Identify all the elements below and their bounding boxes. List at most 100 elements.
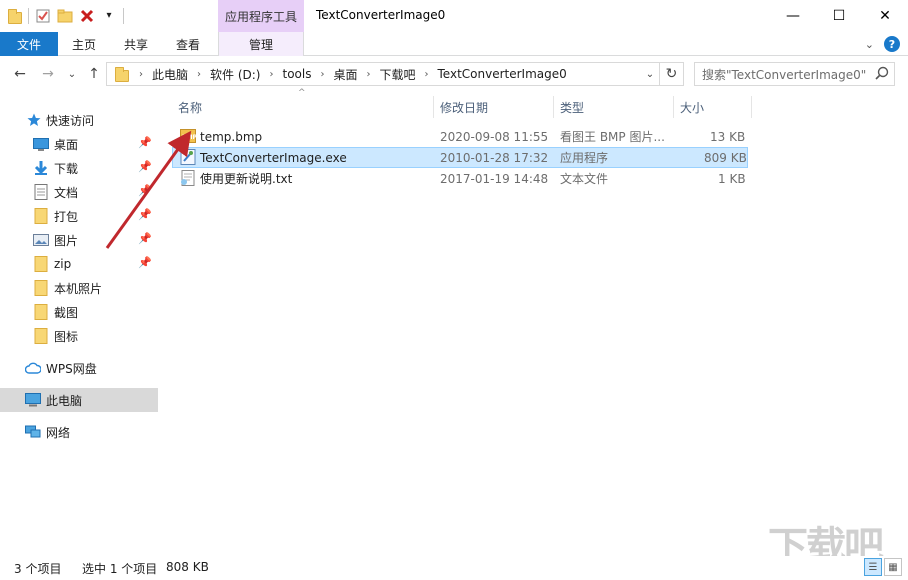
sidebar-item-wps-drive[interactable]: WPS网盘 [0,356,158,380]
sidebar-item-desktop[interactable]: 桌面 📌 [0,132,158,156]
file-size: 809 KB [704,150,747,165]
status-size: 808 KB [166,560,209,574]
new-folder-icon[interactable] [57,8,73,24]
sidebar-item-icons[interactable]: 图标 [0,324,158,348]
file-row[interactable]: 使用更新说明.txt 2017-01-19 14:48 文本文件 1 KB [172,168,748,189]
chevron-right-icon[interactable]: › [425,69,429,80]
sidebar-item-label: 截图 [54,305,79,320]
tab-share[interactable]: 共享 [114,32,158,56]
star-icon [26,112,42,128]
file-date: 2010-01-28 17:32 [440,150,549,165]
back-arrow-icon[interactable]: ← [10,64,30,84]
sidebar-item-screenshots[interactable]: 截图 [0,300,158,324]
folder-icon [33,256,49,272]
recent-locations-chevron-icon[interactable]: ⌄ [62,64,82,84]
chevron-right-icon[interactable]: › [139,69,143,80]
pin-icon[interactable]: 📌 [138,160,152,173]
sidebar-item-label: 图标 [54,329,79,344]
address-bar[interactable]: › 此电脑 › 软件 (D:) › tools › 桌面 › 下载吧 › Tex… [106,62,660,86]
pin-icon[interactable]: 📌 [138,136,152,149]
close-button[interactable]: ✕ [862,0,908,32]
column-header-type[interactable]: 类型 [554,96,674,118]
navigation-bar: ← → ⌄ ↑ › 此电脑 › 软件 (D:) › tools › 桌面 › 下… [0,58,908,90]
column-header-name[interactable]: 名称 [172,96,434,118]
properties-icon[interactable] [35,8,51,24]
address-history-chevron-icon[interactable]: ⌄ [640,62,660,86]
delete-icon[interactable] [79,8,95,24]
sidebar-item-label: 打包 [54,209,79,224]
breadcrumb-item[interactable]: 此电脑 [152,66,188,83]
chevron-right-icon[interactable]: › [320,69,324,80]
breadcrumb-item[interactable]: TextConverterImage0 [438,67,567,81]
breadcrumb-item[interactable]: 下载吧 [379,66,415,83]
file-date: 2017-01-19 14:48 [440,171,549,186]
forward-arrow-icon[interactable]: → [38,64,58,84]
ribbon-controls: ⌄ ? [865,36,900,52]
sidebar-item-label: 桌面 [54,137,79,152]
search-icon [875,66,889,83]
file-type: 看图王 BMP 图片... [560,130,665,144]
sidebar-item-label: 本机照片 [54,281,103,296]
tab-view[interactable]: 查看 [166,32,210,56]
desktop-icon [33,136,49,152]
sidebar-item-documents[interactable]: 文档 📌 [0,180,158,204]
ribbon-tabs: 文件 主页 共享 查看 管理 ⌄ ? [0,32,908,56]
cloud-icon [25,360,41,376]
sidebar-item-this-pc[interactable]: 此电脑 [0,388,158,412]
sidebar-item-local-photos[interactable]: 本机照片 [0,276,158,300]
pin-icon[interactable]: 📌 [138,184,152,197]
sidebar-item-label: 网络 [46,425,71,440]
search-input[interactable]: 搜索"TextConverterImage0" [694,62,895,86]
tab-manage[interactable]: 管理 [218,32,304,56]
document-icon [33,184,49,200]
contextual-tab-header: 应用程序工具 [218,0,304,32]
column-header-date[interactable]: 修改日期 [434,96,554,118]
status-selection: 选中 1 个项目 [82,562,158,576]
file-name: 使用更新说明.txt [200,172,293,186]
file-size: 1 KB [718,171,746,186]
tab-home[interactable]: 主页 [62,32,106,56]
window-title: TextConverterImage0 [316,8,446,22]
chevron-right-icon[interactable]: › [269,69,273,80]
search-placeholder: 搜索"TextConverterImage0" [702,67,867,82]
file-type: 文本文件 [560,172,609,186]
computer-icon [25,392,41,408]
sidebar-item-zip[interactable]: zip 📌 [0,252,158,276]
status-item-count: 3 个项目 [14,562,62,576]
help-icon[interactable]: ? [884,36,900,52]
breadcrumb-item[interactable]: 桌面 [333,66,357,83]
bmp-icon: BMP [180,128,198,147]
file-date: 2020-09-08 11:55 [440,129,549,144]
breadcrumb: › 此电脑 › 软件 (D:) › tools › 桌面 › 下载吧 › Tex… [137,66,567,83]
large-icons-view-icon[interactable]: ▦ [884,558,902,576]
pin-icon[interactable]: 📌 [138,256,152,269]
navigation-pane: 快速访问 桌面 📌 下载 📌 文档 📌 打包 📌 图片 📌 zip 📌 本机照片… [0,96,160,556]
file-type: 应用程序 [560,151,609,165]
chevron-right-icon[interactable]: › [197,69,201,80]
sidebar-item-pack[interactable]: 打包 📌 [0,204,158,228]
title-bar: ▾ 应用程序工具 TextConverterImage0 — ☐ ✕ [0,0,908,32]
file-row[interactable]: BMP temp.bmp 2020-09-08 11:55 看图王 BMP 图片… [172,126,748,147]
pin-icon[interactable]: 📌 [138,208,152,221]
minimize-button[interactable]: — [770,0,816,32]
customize-toolbar-chevron-icon[interactable]: ▾ [101,8,117,24]
tab-file[interactable]: 文件 [0,32,58,56]
chevron-right-icon[interactable]: › [366,69,370,80]
column-header-size[interactable]: 大小 [674,96,752,118]
maximize-button[interactable]: ☐ [816,0,862,32]
expand-ribbon-icon[interactable]: ⌄ [865,38,874,51]
file-row[interactable]: TextConverterImage.exe 2010-01-28 17:32 … [172,147,748,168]
pin-icon[interactable]: 📌 [138,232,152,245]
sidebar-item-pictures[interactable]: 图片 📌 [0,228,158,252]
sidebar-item-quick-access[interactable]: 快速访问 [0,108,158,132]
folder-icon [33,328,49,344]
breadcrumb-item[interactable]: 软件 (D:) [210,66,260,83]
sidebar-item-label: 快速访问 [46,113,95,128]
picture-icon [33,232,49,248]
sidebar-item-network[interactable]: 网络 [0,420,158,444]
breadcrumb-item[interactable]: tools [282,67,311,81]
up-arrow-icon[interactable]: ↑ [84,64,104,84]
refresh-icon[interactable]: ↻ [660,62,684,86]
sidebar-item-downloads[interactable]: 下载 📌 [0,156,158,180]
details-view-icon[interactable]: ☰ [864,558,882,576]
